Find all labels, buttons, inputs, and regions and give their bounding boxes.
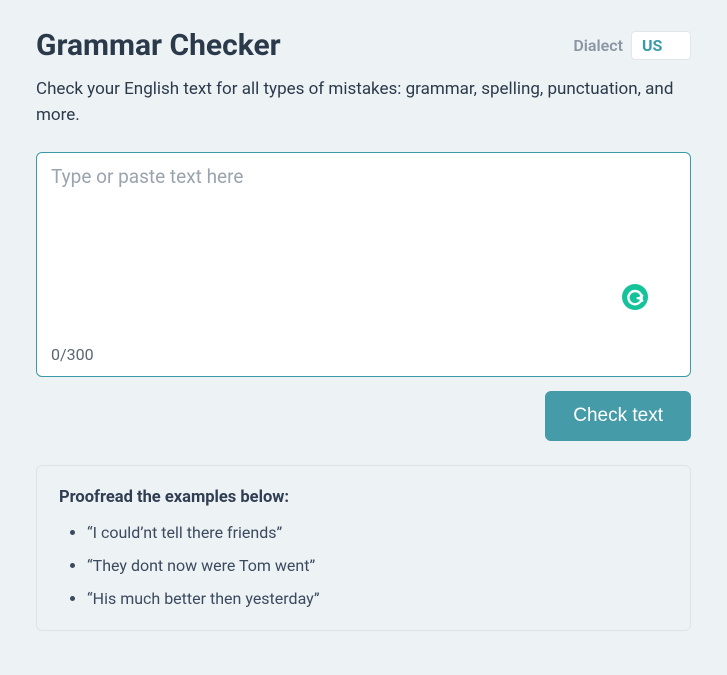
check-text-button[interactable]: Check text [545, 391, 691, 441]
examples-heading: Proofread the examples below: [59, 488, 668, 507]
page-subtitle: Check your English text for all types of… [36, 77, 691, 128]
examples-card: Proofread the examples below: “I could’n… [36, 465, 691, 631]
dialect-selector-group: Dialect US [573, 31, 691, 60]
char-counter: 0/300 [51, 345, 676, 364]
text-input[interactable] [51, 165, 676, 339]
dialect-label: Dialect [573, 36, 623, 55]
grammarly-icon[interactable] [622, 284, 648, 310]
examples-list: “I could’nt tell there friends” “They do… [59, 523, 668, 608]
dialect-select[interactable]: US [631, 31, 691, 60]
editor-container: 0/300 [36, 152, 691, 377]
example-item[interactable]: “They dont now were Tom went” [87, 556, 668, 575]
page-title: Grammar Checker [36, 28, 281, 63]
example-item[interactable]: “His much better then yesterday” [87, 589, 668, 608]
example-item[interactable]: “I could’nt tell there friends” [87, 523, 668, 542]
